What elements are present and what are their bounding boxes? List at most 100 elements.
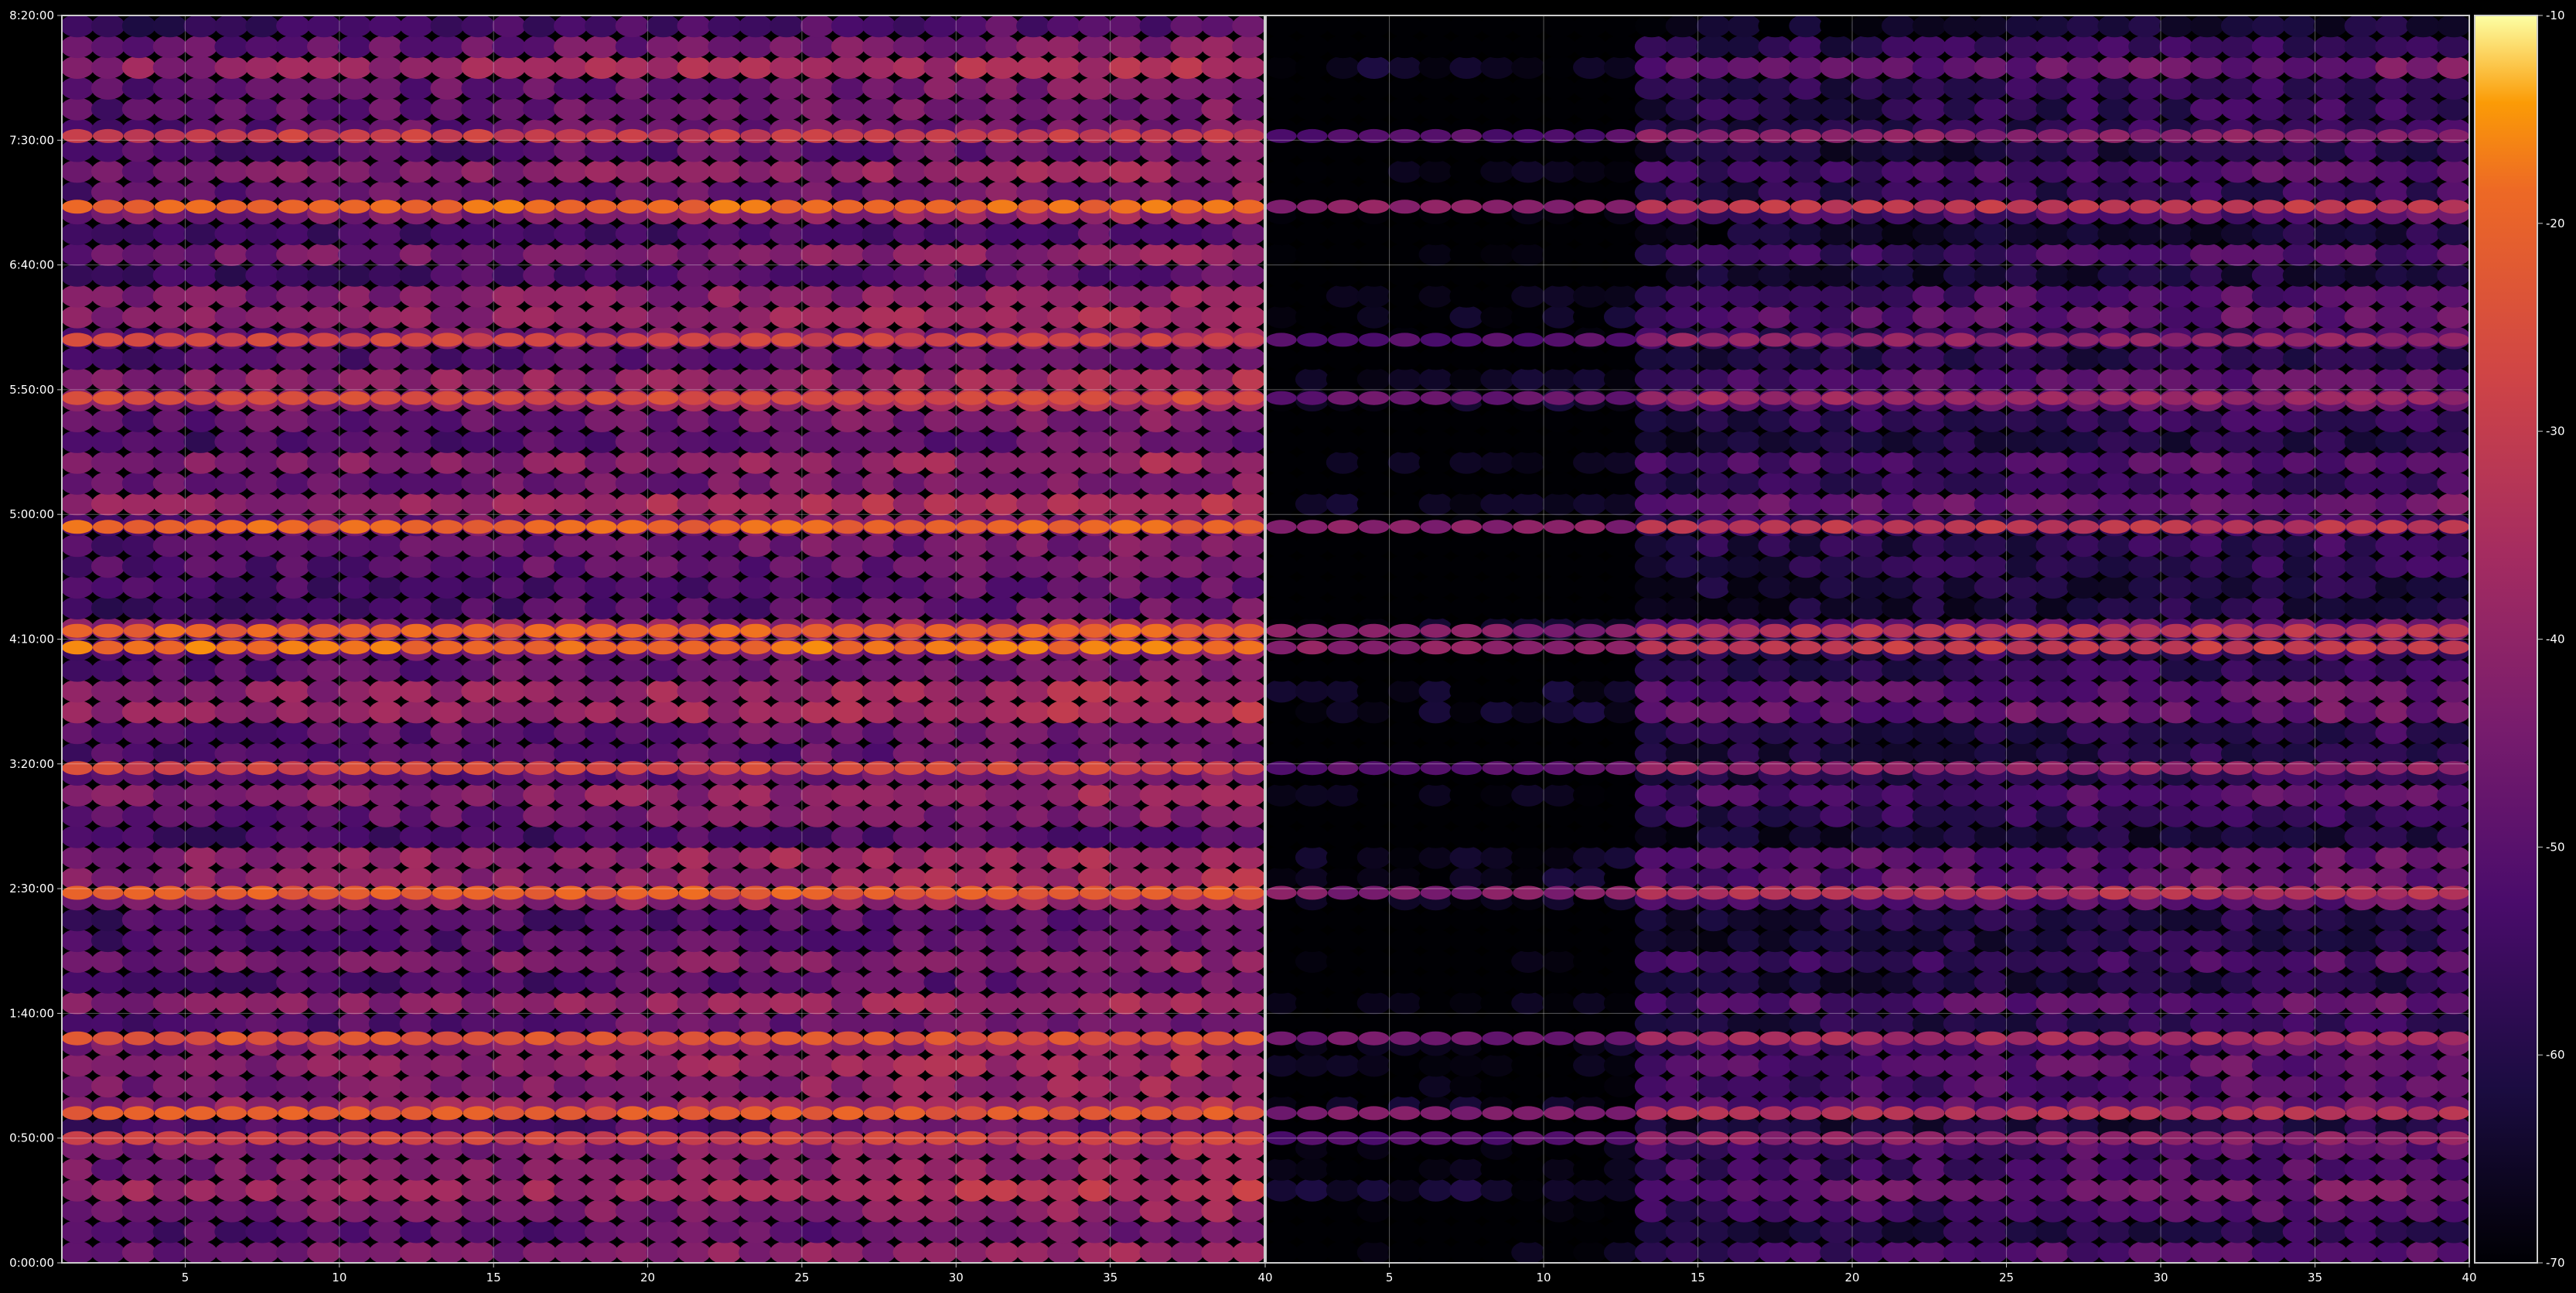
heat-cell xyxy=(276,783,310,807)
heat-cell xyxy=(2066,1053,2101,1077)
heat-cell xyxy=(862,367,896,391)
heat-cell xyxy=(2159,1074,2193,1098)
heat-cell xyxy=(152,804,187,827)
heat-cell xyxy=(1820,846,1854,869)
heat-cell xyxy=(2406,493,2441,516)
heat-cell xyxy=(1603,679,1638,703)
heat-cell xyxy=(337,1158,372,1181)
heat-cell xyxy=(862,908,896,932)
heat-cell xyxy=(337,430,372,453)
heat-cell xyxy=(554,430,588,453)
heat-cell xyxy=(368,554,403,578)
heat-cell xyxy=(646,451,681,474)
heat-cell xyxy=(739,35,773,59)
heat-cell xyxy=(430,596,465,619)
heat-cell xyxy=(461,825,496,848)
heat-cell xyxy=(1016,1158,1050,1181)
heat-cell xyxy=(923,950,958,973)
heat-cell xyxy=(800,222,834,246)
heat-cell xyxy=(1727,1199,1762,1223)
heat-cell xyxy=(2005,97,2039,121)
heat-cell xyxy=(1912,451,1947,474)
heat-cell xyxy=(615,1199,650,1223)
heat-cell xyxy=(1201,783,1236,807)
heat-cell xyxy=(923,15,958,38)
heat-cell xyxy=(800,825,834,848)
heat-cell xyxy=(430,908,465,932)
heat-cell xyxy=(1511,950,1545,973)
heat-cell xyxy=(183,1158,218,1181)
heat-cell xyxy=(523,908,557,932)
heat-cell xyxy=(1046,908,1081,932)
heat-cell xyxy=(646,97,681,121)
heat-cell xyxy=(1820,472,1854,495)
heat-cell xyxy=(739,451,773,474)
heat-cell xyxy=(1603,97,1638,121)
heat-cell xyxy=(1665,430,1700,453)
heat-cell xyxy=(584,305,619,329)
heat-cell xyxy=(800,534,834,558)
heat-cell xyxy=(1943,285,1977,308)
heat-cell xyxy=(1974,659,2008,682)
heat-cell xyxy=(1758,721,1793,745)
heat-cell xyxy=(2437,659,2469,682)
heat-cell xyxy=(923,1074,958,1098)
heat-cell xyxy=(2437,679,2469,703)
heat-cell xyxy=(646,1220,681,1244)
heat-cell xyxy=(831,575,865,599)
heat-cell xyxy=(1326,659,1360,682)
heat-cell xyxy=(1356,534,1391,558)
heat-band-cell xyxy=(1079,520,1111,534)
heat-cell xyxy=(2313,783,2348,807)
heat-cell xyxy=(152,1240,187,1263)
heat-cell xyxy=(1943,971,1977,994)
heat-cell xyxy=(708,721,742,745)
heat-cell xyxy=(1974,305,2008,329)
heat-cell xyxy=(923,783,958,807)
heat-cell xyxy=(2437,1074,2469,1098)
heat-cell xyxy=(62,575,94,599)
heat-cell xyxy=(2035,659,2070,682)
heat-cell xyxy=(1418,700,1453,724)
heat-cell xyxy=(1758,159,1793,183)
heat-cell xyxy=(1727,659,1762,682)
heat-cell xyxy=(1882,1158,1916,1181)
heat-cell xyxy=(646,493,681,516)
heat-cell xyxy=(2190,679,2224,703)
heat-cell xyxy=(677,1240,711,1263)
heat-cell xyxy=(62,783,94,807)
heat-cell xyxy=(2251,1074,2286,1098)
heat-cell xyxy=(1727,409,1762,432)
heat-cell xyxy=(954,929,989,953)
heat-band-cell xyxy=(647,1106,679,1121)
heat-cell xyxy=(554,472,588,495)
heat-cell xyxy=(2097,264,2132,287)
heat-cell xyxy=(2282,1179,2317,1202)
heat-cell xyxy=(121,285,156,308)
heat-cell xyxy=(2313,971,2348,994)
heat-cell xyxy=(337,451,372,474)
heat-cell xyxy=(492,243,526,267)
heat-cell xyxy=(1634,825,1669,848)
heat-cell xyxy=(584,534,619,558)
heat-cell xyxy=(461,991,496,1015)
heat-cell xyxy=(1232,929,1264,953)
heat-cell xyxy=(399,346,434,370)
heat-cell xyxy=(2220,783,2255,807)
heat-cell xyxy=(245,825,280,848)
heat-cell xyxy=(1634,908,1669,932)
heat-cell xyxy=(337,1220,372,1244)
heat-cell xyxy=(1851,783,1885,807)
heat-cell xyxy=(2344,493,2379,516)
heat-cell xyxy=(800,575,834,599)
heat-cell xyxy=(461,1199,496,1223)
heat-cell xyxy=(1016,534,1050,558)
heat-cell xyxy=(739,159,773,183)
heat-cell xyxy=(1634,659,1669,682)
heat-cell xyxy=(892,409,927,432)
heat-cell xyxy=(430,430,465,453)
heat-cell xyxy=(2159,1158,2193,1181)
heat-cell xyxy=(554,367,588,391)
heat-cell xyxy=(862,243,896,267)
heat-cell xyxy=(2344,721,2379,745)
